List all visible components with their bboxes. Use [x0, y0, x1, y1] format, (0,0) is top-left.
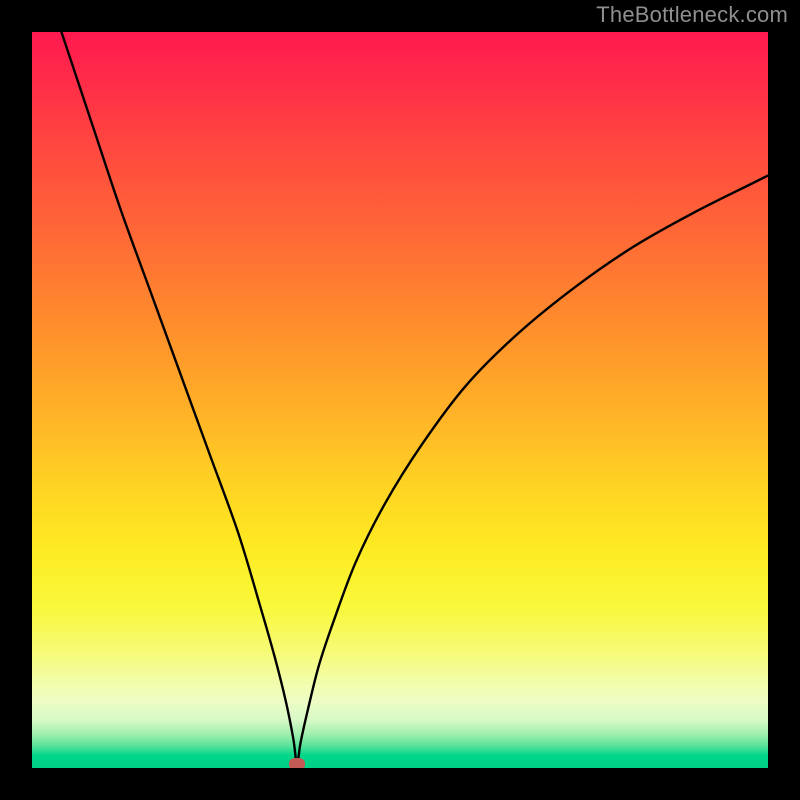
minimum-marker-icon [289, 758, 305, 768]
curve-svg [32, 32, 768, 768]
chart-frame: TheBottleneck.com [0, 0, 800, 800]
plot-area [32, 32, 768, 768]
watermark-text: TheBottleneck.com [596, 2, 788, 28]
bottleneck-curve [61, 32, 768, 764]
